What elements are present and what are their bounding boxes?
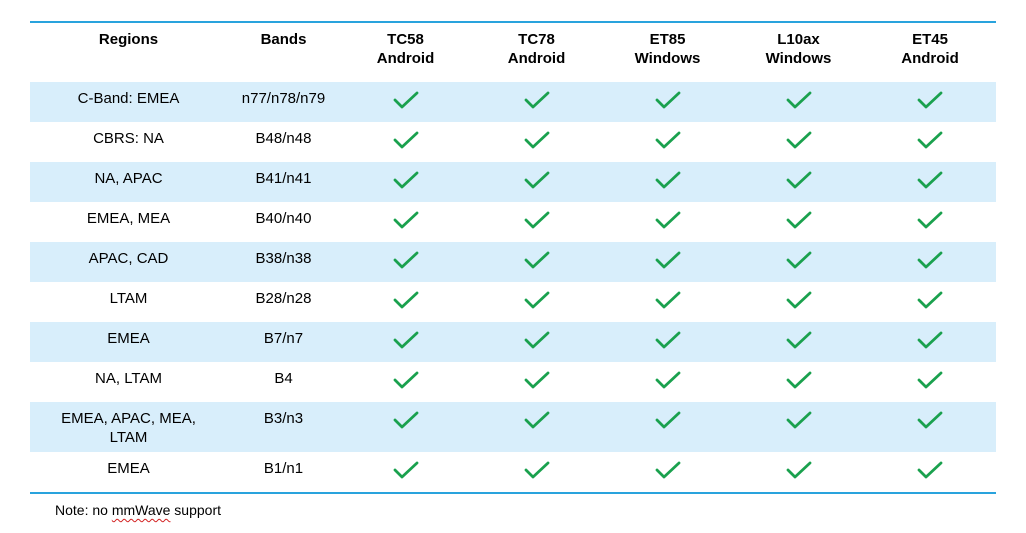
- checkmark-icon: [733, 82, 864, 110]
- checkmark-icon: [864, 162, 996, 190]
- table-row: NA, APAC B41/n41: [30, 162, 996, 202]
- table-row: EMEA B1/n1: [30, 452, 996, 492]
- checkmark-icon: [864, 452, 996, 480]
- band-cell: B3/n3: [263, 410, 304, 427]
- checkmark-icon: [602, 242, 733, 270]
- table-row: LTAM B28/n28: [30, 282, 996, 322]
- checkmark-icon: [340, 282, 471, 310]
- checkmark-icon: [864, 362, 996, 390]
- header-et85: ET85 Windows: [634, 31, 701, 67]
- region-cell: EMEA: [107, 460, 150, 477]
- spellcheck-term: mmWave: [111, 502, 171, 518]
- table-row: CBRS: NA B48/n48: [30, 122, 996, 162]
- table-row: NA, LTAM B4: [30, 362, 996, 402]
- header-l10ax: L10ax Windows: [765, 31, 832, 67]
- checkmark-icon: [864, 322, 996, 350]
- checkmark-icon: [602, 322, 733, 350]
- table-header: Regions Bands TC58 Android TC78 Android ET…: [30, 23, 996, 82]
- checkmark-icon: [602, 162, 733, 190]
- checkmark-icon: [602, 452, 733, 480]
- table-row: APAC, CAD B38/n38: [30, 242, 996, 282]
- checkmark-icon: [471, 82, 602, 110]
- table-row: EMEA, MEA B40/n40: [30, 202, 996, 242]
- region-cell: EMEA, MEA: [86, 210, 171, 227]
- band-cell: B7/n7: [263, 330, 304, 347]
- checkmark-icon: [602, 402, 733, 430]
- header-tc58: TC58 Android: [376, 31, 435, 67]
- table-body: C-Band: EMEA n77/n78/n79 CBRS: NA B48/n48 NA…: [30, 82, 996, 492]
- checkmark-icon: [340, 452, 471, 480]
- checkmark-icon: [864, 122, 996, 150]
- region-cell: NA, APAC: [94, 170, 163, 187]
- band-cell: B28/n28: [255, 290, 312, 307]
- checkmark-icon: [471, 122, 602, 150]
- table-row: EMEA B7/n7: [30, 322, 996, 362]
- region-cell: EMEA, APAC, MEA, LTAM: [61, 410, 196, 446]
- checkmark-icon: [733, 452, 864, 480]
- checkmark-icon: [340, 162, 471, 190]
- checkmark-icon: [471, 242, 602, 270]
- checkmark-icon: [471, 202, 602, 230]
- header-et45: ET45 Android: [901, 31, 959, 67]
- region-cell: NA, LTAM: [95, 370, 162, 387]
- checkmark-icon: [340, 122, 471, 150]
- checkmark-icon: [733, 162, 864, 190]
- band-cell: B4: [274, 370, 293, 387]
- checkmark-icon: [733, 322, 864, 350]
- checkmark-icon: [864, 402, 996, 430]
- checkmark-icon: [471, 322, 602, 350]
- region-cell: APAC, CAD: [88, 250, 169, 267]
- checkmark-icon: [733, 282, 864, 310]
- band-cell: B48/n48: [255, 130, 312, 147]
- checkmark-icon: [471, 162, 602, 190]
- checkmark-icon: [471, 452, 602, 480]
- checkmark-icon: [471, 282, 602, 310]
- checkmark-icon: [340, 82, 471, 110]
- region-cell: CBRS: NA: [93, 130, 164, 147]
- checkmark-icon: [471, 402, 602, 430]
- region-cell: LTAM: [109, 290, 148, 307]
- checkmark-icon: [340, 362, 471, 390]
- checkmark-icon: [602, 282, 733, 310]
- header-tc78: TC78 Android: [507, 31, 566, 67]
- region-cell: EMEA: [107, 330, 150, 347]
- checkmark-icon: [733, 362, 864, 390]
- band-cell: n77/n78/n79: [241, 90, 326, 107]
- footnote: Note: no mmWave support: [55, 502, 222, 518]
- band-cell: B41/n41: [255, 170, 312, 187]
- checkmark-icon: [602, 82, 733, 110]
- checkmark-icon: [602, 122, 733, 150]
- checkmark-icon: [340, 402, 471, 430]
- region-cell: C-Band: EMEA: [77, 90, 180, 107]
- band-cell: B1/n1: [263, 460, 304, 477]
- checkmark-icon: [733, 402, 864, 430]
- header-regions: Regions: [98, 31, 159, 48]
- checkmark-icon: [340, 322, 471, 350]
- checkmark-icon: [733, 242, 864, 270]
- checkmark-icon: [471, 362, 602, 390]
- table-row: EMEA, APAC, MEA, LTAM B3/n3: [30, 402, 996, 452]
- checkmark-icon: [602, 202, 733, 230]
- band-cell: B40/n40: [255, 210, 312, 227]
- checkmark-icon: [340, 242, 471, 270]
- checkmark-icon: [864, 82, 996, 110]
- table-row: C-Band: EMEA n77/n78/n79: [30, 82, 996, 122]
- band-cell: B38/n38: [255, 250, 312, 267]
- checkmark-icon: [733, 202, 864, 230]
- header-bands: Bands: [260, 31, 307, 48]
- compatibility-table: Regions Bands TC58 Android TC78 Android ET…: [30, 21, 996, 494]
- checkmark-icon: [340, 202, 471, 230]
- checkmark-icon: [864, 242, 996, 270]
- checkmark-icon: [864, 282, 996, 310]
- checkmark-icon: [733, 122, 864, 150]
- checkmark-icon: [864, 202, 996, 230]
- checkmark-icon: [602, 362, 733, 390]
